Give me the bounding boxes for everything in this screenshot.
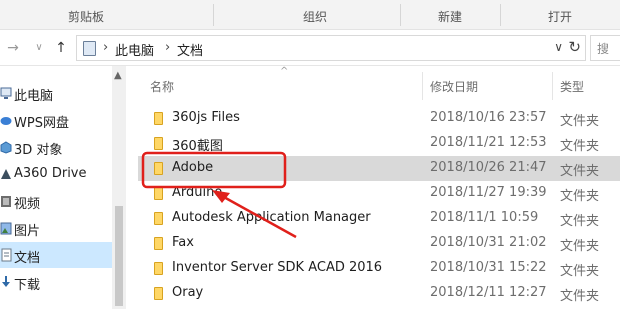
sidebar-item-label: 下载 <box>14 278 41 293</box>
file-date: 2018/10/31 21:02 <box>430 235 547 250</box>
file-name: Fax <box>172 235 194 250</box>
file-date: 2018/10/16 23:57 <box>430 110 547 125</box>
breadcrumb-documents[interactable]: 文档 <box>177 40 203 59</box>
folder-icon <box>154 187 163 200</box>
file-date: 2018/11/21 12:53 <box>430 135 547 150</box>
cloud-drive-icon <box>0 113 12 127</box>
table-row[interactable]: Adobe 2018/10/26 21:47 文件夹 <box>138 156 620 181</box>
file-type: 文件夹 <box>560 264 600 279</box>
table-row[interactable]: 360截图 2018/11/21 12:53 文件夹 <box>138 131 620 156</box>
download-icon <box>0 275 12 289</box>
file-name: Autodesk Application Manager <box>172 210 371 225</box>
address-row: → ∨ ↑ › 此电脑 › 文档 ∨ ↻ 搜 <box>0 30 620 66</box>
up-arrow-icon[interactable]: ↑ <box>52 38 70 58</box>
file-name: 360截图 <box>172 139 223 154</box>
sidebar-item-label: WPS网盘 <box>14 116 69 131</box>
file-list: ^ 名称 修改日期 类型 360js Files 2018/10/16 23:5… <box>126 66 620 309</box>
file-date: 2018/11/27 19:39 <box>430 185 547 200</box>
sidebar-item-downloads[interactable]: 下载 <box>0 269 112 295</box>
ribbon-divider <box>500 4 501 26</box>
file-type: 文件夹 <box>560 189 600 204</box>
column-header-name[interactable]: 名称 <box>150 78 174 95</box>
file-date: 2018/10/26 21:47 <box>430 160 547 175</box>
navigation-pane: 此电脑 WPS网盘 3D 对象 A360 Drive 视频 图片 文档 下载 ▲ <box>0 66 126 309</box>
folder-icon <box>154 137 163 150</box>
sidebar-item-wps-drive[interactable]: WPS网盘 <box>0 107 112 133</box>
sidebar-item-this-pc[interactable]: 此电脑 <box>0 80 112 106</box>
address-bar[interactable]: › 此电脑 › 文档 ∨ ↻ <box>76 35 586 61</box>
scroll-up-icon[interactable]: ▲ <box>114 70 122 81</box>
folder-icon <box>154 212 163 225</box>
sidebar-item-3d-objects[interactable]: 3D 对象 <box>0 134 112 160</box>
search-input[interactable]: 搜 <box>590 35 620 61</box>
folder-icon <box>154 287 163 300</box>
table-row[interactable]: Oray 2018/12/11 12:27 文件夹 <box>138 281 620 306</box>
file-type: 文件夹 <box>560 139 600 154</box>
back-arrow-icon[interactable]: → <box>4 38 22 58</box>
ribbon-divider <box>213 4 214 26</box>
file-name: Inventor Server SDK ACAD 2016 <box>172 260 383 275</box>
file-name: Oray <box>172 285 204 300</box>
file-type: 文件夹 <box>560 214 600 229</box>
sidebar-item-a360-drive[interactable]: A360 Drive <box>0 161 112 187</box>
sidebar-scrollbar[interactable]: ▲ <box>112 66 126 309</box>
file-type: 文件夹 <box>560 114 600 129</box>
breadcrumb-this-pc[interactable]: 此电脑 <box>115 40 154 59</box>
ribbon-divider <box>400 4 401 26</box>
sidebar-item-label: 此电脑 <box>14 89 54 104</box>
ribbon-group-clipboard: 剪贴板 <box>68 10 105 24</box>
ribbon-group-open: 打开 <box>548 10 573 24</box>
column-divider[interactable] <box>422 72 423 100</box>
sidebar-item-documents[interactable]: 文档 <box>0 242 112 268</box>
folder-icon <box>154 162 163 175</box>
ribbon-group-labels: 剪贴板 组织 新建 打开 <box>0 0 620 30</box>
column-header-date[interactable]: 修改日期 <box>430 78 478 95</box>
video-icon <box>0 194 12 208</box>
scrollbar-thumb[interactable] <box>115 206 123 306</box>
file-date: 2018/12/11 12:27 <box>430 285 547 300</box>
computer-icon <box>83 41 96 56</box>
file-type: 文件夹 <box>560 164 600 179</box>
chevron-down-icon[interactable]: ∨ <box>554 40 563 54</box>
sidebar-item-label: 视频 <box>14 197 41 212</box>
breadcrumb-separator-icon[interactable]: › <box>165 40 170 55</box>
ribbon-group-organize: 组织 <box>303 10 328 24</box>
file-type: 文件夹 <box>560 289 600 304</box>
folder-icon <box>154 237 163 250</box>
table-row[interactable]: Inventor Server SDK ACAD 2016 2018/10/31… <box>138 256 620 281</box>
search-placeholder: 搜 <box>597 42 610 56</box>
file-type: 文件夹 <box>560 239 600 254</box>
sidebar-item-label: 图片 <box>14 224 41 239</box>
ribbon-group-new: 新建 <box>438 10 463 24</box>
folder-icon <box>154 262 163 275</box>
file-name: Arduino <box>172 185 223 200</box>
table-row[interactable]: Fax 2018/10/31 21:02 文件夹 <box>138 231 620 256</box>
table-row[interactable]: Autodesk Application Manager 2018/11/1 1… <box>138 206 620 231</box>
sidebar-item-label: A360 Drive <box>14 166 87 181</box>
sort-ascending-icon: ^ <box>280 66 289 77</box>
documents-icon <box>0 248 12 262</box>
breadcrumb-separator-icon[interactable]: › <box>103 40 108 55</box>
table-row[interactable]: Arduino 2018/11/27 19:39 文件夹 <box>138 181 620 206</box>
column-divider[interactable] <box>552 72 553 100</box>
pictures-icon <box>0 221 12 235</box>
file-name: Adobe <box>172 160 214 175</box>
sidebar-item-pictures[interactable]: 图片 <box>0 215 112 241</box>
3d-objects-icon <box>0 140 12 154</box>
table-row[interactable]: 360js Files 2018/10/16 23:57 文件夹 <box>138 106 620 131</box>
folder-icon <box>154 112 163 125</box>
recent-locations-icon[interactable]: ∨ <box>30 38 48 58</box>
file-date: 2018/10/31 15:22 <box>430 260 547 275</box>
a360-drive-icon <box>0 167 12 181</box>
sidebar-item-label: 文档 <box>14 251 41 266</box>
file-date: 2018/11/1 10:59 <box>430 210 539 225</box>
column-header-type[interactable]: 类型 <box>560 78 584 95</box>
file-name: 360js Files <box>172 110 240 125</box>
computer-icon <box>0 86 12 100</box>
sidebar-item-videos[interactable]: 视频 <box>0 188 112 214</box>
refresh-icon[interactable]: ↻ <box>568 38 581 56</box>
sidebar-item-label: 3D 对象 <box>14 143 63 158</box>
